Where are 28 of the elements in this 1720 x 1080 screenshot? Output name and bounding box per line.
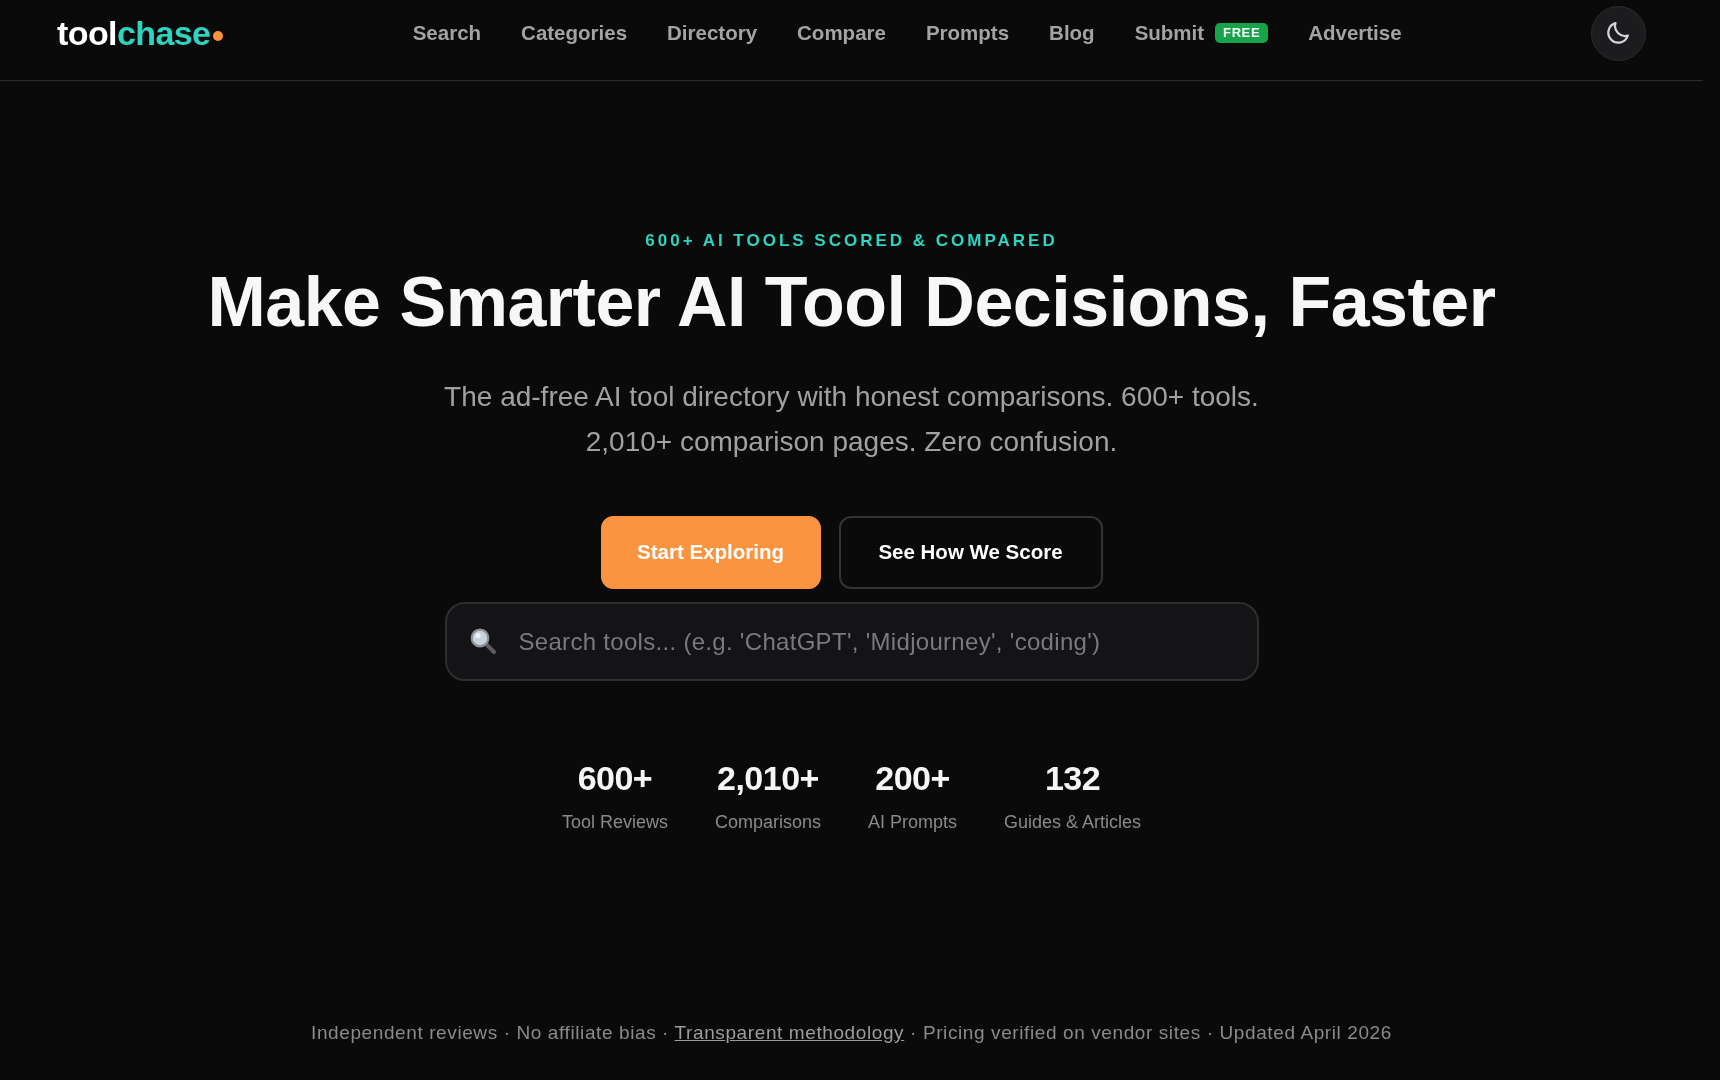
hero-subtitle: The ad-free AI tool directory with honest comparisons. 600+ tools. 2,010+ comparison pages. Zero confusion. <box>444 380 1259 459</box>
nav-link[interactable]: Submit FREE <box>1134 17 1269 49</box>
eyebrow-text: 600+ AI TOOLS SCORED & COMPARED <box>645 231 1058 251</box>
logo[interactable]: toolchase <box>57 16 211 50</box>
stat-label: Tool Reviews <box>561 811 668 834</box>
scoring-button[interactable]: See How We Score <box>838 516 1103 589</box>
nav-link[interactable]: Advertise <box>1308 17 1402 49</box>
stat-value: 600+ <box>577 759 653 797</box>
stat-label: Guides & Articles <box>1004 811 1142 834</box>
dot-icon <box>213 30 224 41</box>
hero-heading: Make Smarter AI Tool Decisions, Faster <box>207 264 1496 340</box>
stat-label: AI Prompts <box>868 811 958 834</box>
nav-link[interactable]: Directory <box>667 17 758 49</box>
moon-icon <box>1607 22 1630 44</box>
nav-link[interactable]: Compare <box>797 17 886 49</box>
free-badge: FREE <box>1215 22 1269 44</box>
nav-link[interactable]: Prompts <box>925 17 1010 49</box>
methodology-link[interactable]: Transparent methodology <box>674 1022 905 1043</box>
stat-value: 200+ <box>875 759 950 797</box>
nav-link[interactable]: Search <box>412 17 482 49</box>
search-field[interactable]: Search tools... (e.g. 'ChatGPT', 'Midjourney', 'coding') <box>444 602 1259 681</box>
nav-link[interactable]: Blog <box>1049 17 1095 49</box>
search-icon <box>469 628 496 654</box>
trust-note: Independent reviews · No affiliate bias · Transparent methodology · Pricing verified on vendor sites · Updated April 2026 <box>311 1021 1392 1045</box>
stat-value: 132 <box>1044 759 1101 797</box>
stat-label: Comparisons <box>714 811 821 834</box>
stat-value: 2,010+ <box>717 759 819 797</box>
nav-link[interactable]: Categories <box>521 17 628 49</box>
